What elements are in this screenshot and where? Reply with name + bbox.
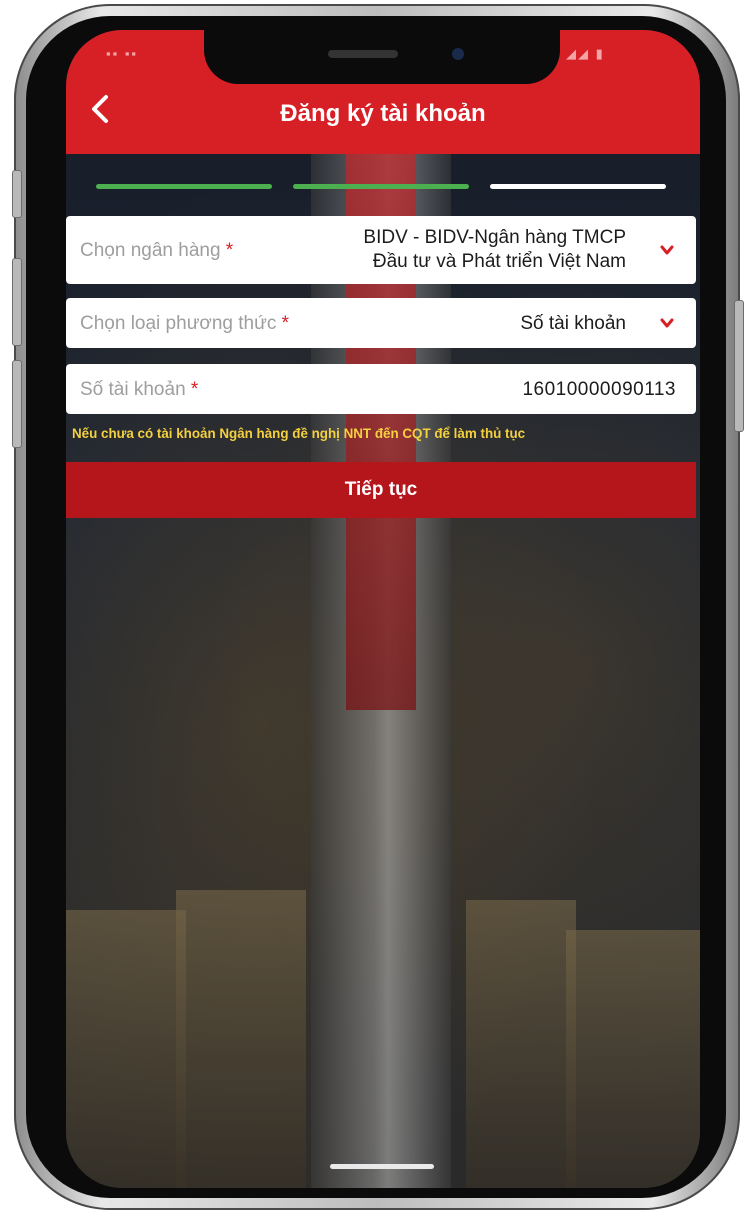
background-building <box>566 930 700 1188</box>
method-select-label: Chọn loại phương thức * <box>80 313 290 334</box>
progress-step-1 <box>96 184 272 189</box>
method-select[interactable]: Chọn loại phương thức * Số tài khoản <box>66 298 696 348</box>
progress-step-3 <box>490 184 666 189</box>
power-button <box>734 300 744 432</box>
app-header: ▪▪ ▪▪ ◢◢ ▮ Đăng ký tài khoản <box>66 30 700 154</box>
bank-select[interactable]: Chọn ngân hàng * BIDV - BIDV-Ngân hàng T… <box>66 216 696 284</box>
chevron-down-icon <box>660 318 674 328</box>
volume-up-button <box>12 258 22 346</box>
volume-down-button <box>12 360 22 448</box>
bank-account-hint: Nếu chưa có tài khoản Ngân hàng đề nghị … <box>72 426 526 441</box>
app-screen: ▪▪ ▪▪ ◢◢ ▮ Đăng ký tài khoản Chọn ngân h… <box>66 30 700 1188</box>
bank-value-line1: BIDV - BIDV-Ngân hàng TMCP <box>363 227 626 248</box>
bank-select-value: BIDV - BIDV-Ngân hàng TMCP Đầu tư và Phá… <box>363 226 626 274</box>
background-building <box>66 910 186 1188</box>
front-camera <box>452 48 464 60</box>
background-building <box>466 900 576 1188</box>
continue-button[interactable]: Tiếp tục <box>66 462 696 518</box>
page-title: Đăng ký tài khoản <box>280 100 486 127</box>
status-icons-right: ◢◢ ▮ <box>566 46 605 61</box>
silent-switch <box>12 170 22 218</box>
chevron-down-icon <box>660 245 674 255</box>
phone-notch <box>204 30 560 84</box>
account-number-value: 16010000090113 <box>522 379 676 400</box>
progress-step-2 <box>293 184 469 189</box>
status-icons-left: ▪▪ ▪▪ <box>106 46 139 61</box>
home-indicator[interactable] <box>330 1164 434 1169</box>
speaker-grille <box>328 50 398 58</box>
bank-select-label: Chọn ngân hàng * <box>80 240 234 261</box>
method-select-value: Số tài khoản <box>520 313 626 334</box>
bank-value-line2: Đầu tư và Phát triển Việt Nam <box>372 251 626 272</box>
account-number-label: Số tài khoản * <box>80 379 199 400</box>
background-building <box>176 890 306 1188</box>
account-number-field[interactable]: Số tài khoản * 16010000090113 <box>66 364 696 414</box>
